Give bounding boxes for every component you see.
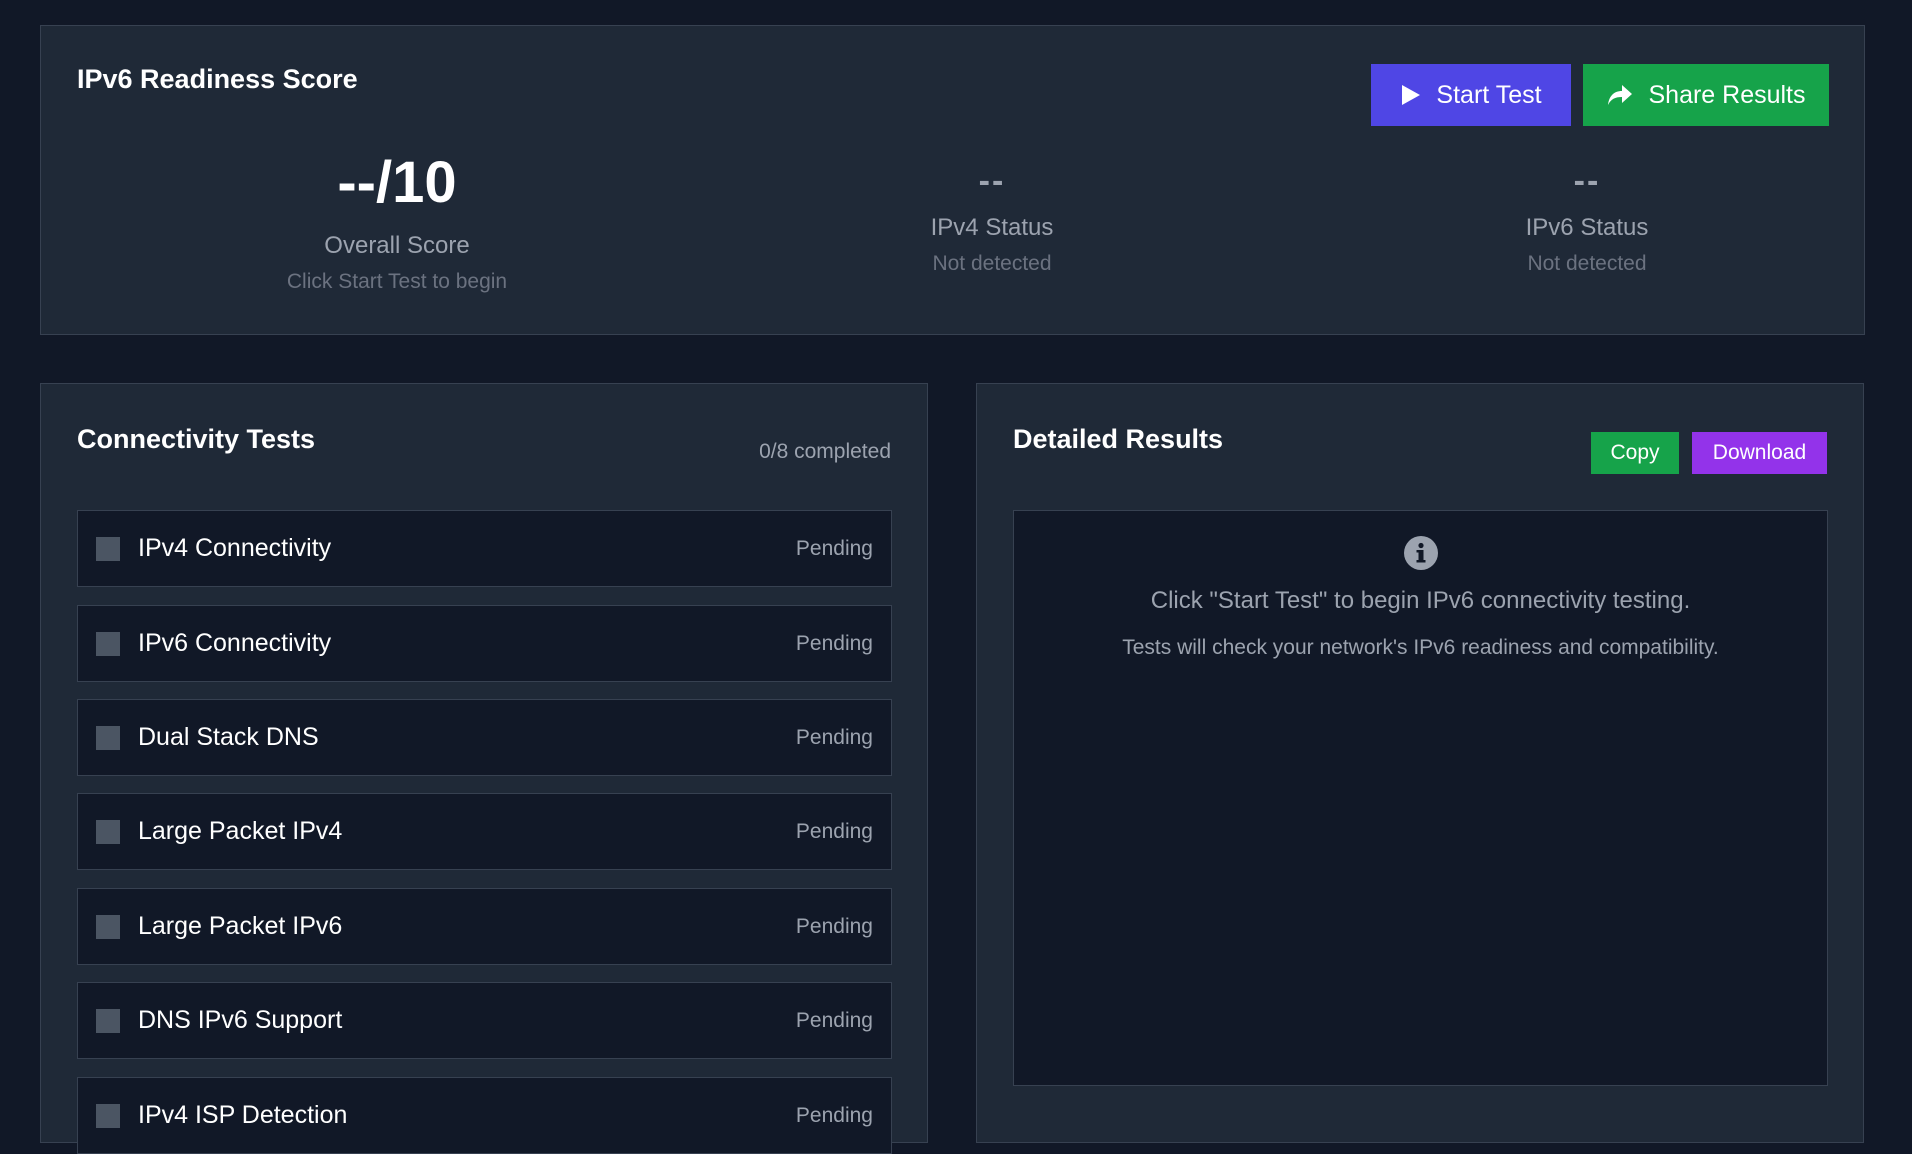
test-checkbox	[96, 1008, 120, 1033]
test-checkbox	[96, 725, 120, 750]
share-icon	[1608, 85, 1633, 105]
detailed-results-title: Detailed Results	[1013, 424, 1224, 454]
test-checkbox	[96, 536, 120, 561]
test-item-large-packet-ipv6: Large Packet IPv6 Pending	[77, 888, 892, 965]
test-checkbox	[96, 819, 120, 844]
start-test-button[interactable]: Start Test	[1371, 64, 1571, 126]
test-status: Pending	[795, 819, 873, 843]
test-status: Pending	[795, 914, 873, 938]
test-checkbox	[96, 1103, 120, 1128]
test-item-large-packet-ipv4: Large Packet IPv4 Pending	[77, 793, 892, 870]
test-item-dual-stack-dns: Dual Stack DNS Pending	[77, 699, 892, 776]
test-status: Pending	[795, 725, 873, 749]
share-results-button[interactable]: Share Results	[1583, 64, 1829, 126]
test-name: IPv6 Connectivity	[138, 629, 332, 657]
ipv6-status-detail: Not detected	[1527, 252, 1647, 275]
overall-score-label: Overall Score	[324, 232, 470, 259]
overall-score-value: --/10	[337, 150, 457, 215]
connectivity-tests-title: Connectivity Tests	[77, 424, 316, 454]
score-panel: IPv6 Readiness Score Start Test Share Re…	[40, 25, 1865, 335]
info-icon	[1404, 536, 1438, 570]
download-button[interactable]: Download	[1692, 432, 1827, 474]
start-test-label: Start Test	[1436, 80, 1542, 109]
test-item-ipv6-connectivity: IPv6 Connectivity Pending	[77, 605, 892, 682]
test-status: Pending	[795, 1103, 873, 1127]
results-empty-message: Click "Start Test" to begin IPv6 connect…	[1150, 587, 1691, 614]
tests-completed-count: 0/8 completed	[759, 440, 891, 463]
test-status: Pending	[795, 1008, 873, 1032]
results-empty-subtext: Tests will check your network's IPv6 rea…	[1122, 636, 1719, 659]
ipv4-status-label: IPv4 Status	[930, 214, 1054, 241]
ipv4-status-detail: Not detected	[932, 252, 1052, 275]
detailed-results-panel: Detailed Results Copy Download Click "St…	[976, 383, 1864, 1143]
test-item-ipv4-connectivity: IPv4 Connectivity Pending	[77, 510, 892, 587]
test-name: Large Packet IPv4	[138, 817, 343, 845]
play-icon	[1402, 85, 1421, 105]
test-name: Dual Stack DNS	[138, 723, 319, 751]
connectivity-tests-panel: Connectivity Tests 0/8 completed IPv4 Co…	[40, 383, 928, 1154]
test-name: DNS IPv6 Support	[138, 1006, 343, 1034]
score-panel-title: IPv6 Readiness Score	[77, 64, 358, 94]
ipv6-status-metric: -- IPv6 Status Not detected	[1387, 164, 1787, 276]
test-checkbox	[96, 631, 120, 656]
test-name: IPv4 Connectivity	[138, 534, 332, 562]
test-name: Large Packet IPv6	[138, 912, 343, 940]
ipv6-status-value: --	[1573, 162, 1601, 200]
overall-score-metric: --/10 Overall Score Click Start Test to …	[197, 154, 597, 294]
overall-score-hint: Click Start Test to begin	[286, 270, 508, 293]
copy-button[interactable]: Copy	[1591, 432, 1679, 474]
ipv6-status-label: IPv6 Status	[1525, 214, 1649, 241]
test-item-ipv4-isp-detection: IPv4 ISP Detection Pending	[77, 1077, 892, 1154]
test-status: Pending	[795, 536, 873, 560]
results-output-area: Click "Start Test" to begin IPv6 connect…	[1013, 510, 1828, 1086]
test-status: Pending	[795, 631, 873, 655]
test-checkbox	[96, 914, 120, 939]
test-item-dns-ipv6-support: DNS IPv6 Support Pending	[77, 982, 892, 1059]
ipv4-status-value: --	[978, 162, 1006, 200]
share-results-label: Share Results	[1648, 80, 1806, 109]
ipv4-status-metric: -- IPv4 Status Not detected	[792, 164, 1192, 276]
test-name: IPv4 ISP Detection	[138, 1101, 348, 1129]
